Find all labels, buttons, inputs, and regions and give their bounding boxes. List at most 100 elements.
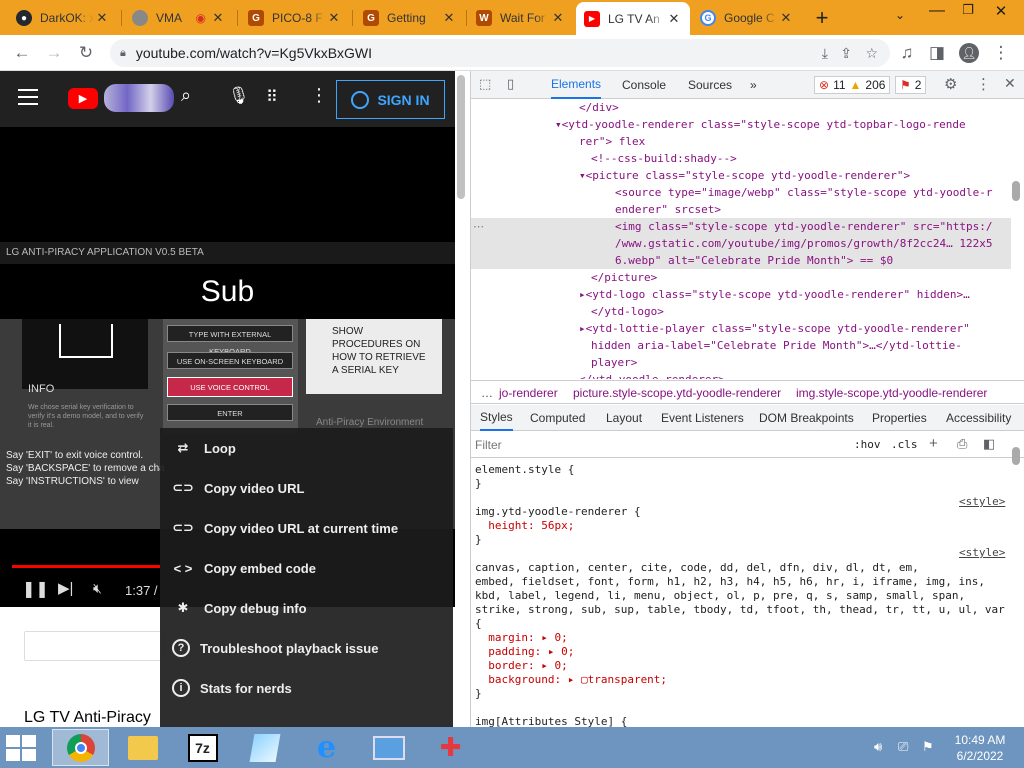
dom-node-line[interactable]: </ytd-yoodle-renderer>	[579, 371, 725, 379]
hamburger-menu-icon[interactable]	[18, 89, 38, 105]
network-icon[interactable]: ⎚	[898, 739, 908, 755]
close-tab-icon[interactable]: ✕	[441, 10, 457, 26]
address-bar[interactable]: 🔒︎ youtube.com/watch?v=Kg5VkxBxGWI ⤓ ⇪ ☆	[110, 39, 890, 67]
tab-styles[interactable]: Styles	[480, 405, 513, 431]
browser-tab[interactable]: G PICO-8 F ✕	[240, 3, 350, 33]
browser-tab[interactable]: G Google C ✕	[692, 3, 802, 33]
issues-count[interactable]: ⚑ 2	[895, 76, 927, 94]
dom-node-line[interactable]: hidden aria-label="Celebrate Pride Month…	[591, 337, 962, 354]
dom-node-line[interactable]: 6.webp" alt="Celebrate Pride Month"> == …	[615, 252, 893, 269]
microphone-icon[interactable]: 🎙︎	[228, 86, 250, 106]
bookmark-star-icon[interactable]: ☆	[865, 45, 878, 62]
dom-node-line[interactable]: ▾<picture class="style-scope ytd-yoodle-…	[579, 167, 910, 184]
inspect-element-icon[interactable]: ⬚	[479, 76, 491, 92]
device-toolbar-icon[interactable]: ▯	[507, 76, 514, 92]
close-window-button[interactable]: ✕	[986, 2, 1016, 26]
browser-tab[interactable]: G Getting ✕	[355, 3, 465, 33]
close-tab-icon[interactable]: ✕	[210, 10, 226, 26]
settings-more-icon[interactable]: ⋮	[310, 85, 328, 106]
side-panel-icon[interactable]: ◨	[923, 39, 951, 67]
pause-icon[interactable]: ❚❚	[22, 579, 49, 599]
volume-icon[interactable]: 🔊︎	[874, 739, 882, 755]
forward-button[interactable]: →	[40, 39, 68, 67]
action-center-icon[interactable]: ⚑	[922, 739, 934, 755]
console-counts[interactable]: ⊗ 11 ▲ 206	[814, 76, 891, 94]
windows-start-icon[interactable]	[6, 735, 36, 761]
close-tab-icon[interactable]: ✕	[666, 11, 682, 27]
tab-computed[interactable]: Computed	[530, 405, 585, 431]
close-tab-icon[interactable]: ✕	[778, 10, 794, 26]
browser-menu-icon[interactable]: ⋮	[987, 39, 1015, 67]
sign-in-button[interactable]: SIGN IN	[336, 80, 445, 119]
chrome-icon[interactable]	[52, 729, 109, 766]
7zip-icon[interactable]: 7z	[174, 729, 231, 766]
tab-properties[interactable]: Properties	[872, 405, 927, 431]
paint-icon[interactable]: ✚	[422, 729, 479, 766]
menu-item-copy-debug[interactable]: ✱ Copy debug info	[160, 588, 453, 628]
ie-icon[interactable]: e	[298, 729, 355, 766]
dom-node-line[interactable]: <img class="style-scope ytd-yoodle-rende…	[615, 218, 993, 235]
browser-tab-active[interactable]: ▶ LG TV An ✕	[576, 2, 690, 35]
media-control-icon[interactable]: ♫	[893, 39, 921, 67]
dom-node-line[interactable]: ▸<ytd-lottie-player class="style-scope y…	[579, 320, 970, 337]
styles-scrollbar[interactable]	[1012, 447, 1020, 465]
notepad-icon[interactable]	[236, 729, 293, 766]
tab-sources[interactable]: Sources	[688, 71, 732, 99]
page-scrollbar[interactable]	[457, 75, 465, 199]
style-source-link[interactable]: <style>	[959, 546, 1005, 559]
more-tabs-icon[interactable]: »	[750, 71, 757, 99]
cls-toggle[interactable]: .cls	[891, 438, 918, 451]
rdp-icon[interactable]	[360, 729, 417, 766]
computed-styles-icon[interactable]: ⎙	[957, 436, 967, 452]
close-tab-icon[interactable]: ✕	[94, 10, 110, 26]
comment-box[interactable]	[24, 631, 164, 661]
dom-node-line[interactable]: enderer" srcset>	[615, 201, 721, 218]
apps-grid-icon[interactable]: ⠿	[266, 87, 278, 107]
explorer-icon[interactable]	[114, 729, 171, 766]
node-ellipsis[interactable]: ⋯	[473, 220, 484, 233]
browser-tab[interactable]: ● DarkOK: x ✕	[8, 3, 118, 33]
hov-toggle[interactable]: :hov	[854, 438, 881, 451]
devtools-menu-icon[interactable]: ⋮	[976, 75, 991, 93]
pride-doodle-logo[interactable]	[104, 84, 174, 112]
youtube-logo-icon[interactable]: ▶	[68, 88, 98, 109]
dom-scrollbar[interactable]	[1012, 181, 1020, 201]
dom-node-line[interactable]: player>	[591, 354, 637, 371]
dom-node-line[interactable]: <!--css-build:shady-->	[591, 150, 737, 167]
clock[interactable]: 10:49 AM 6/2/2022	[950, 732, 1010, 764]
close-devtools-icon[interactable]: ✕	[1004, 75, 1016, 92]
dom-node-line[interactable]: ▾<ytd-yoodle-renderer class="style-scope…	[555, 116, 966, 133]
menu-item-loop[interactable]: ⇄ Loop	[160, 428, 453, 468]
menu-item-copy-url[interactable]: ⊂⊃ Copy video URL	[160, 468, 453, 508]
filter-input[interactable]	[475, 435, 845, 455]
dom-node-line[interactable]: ▸<ytd-logo class="style-scope ytd-yoodle…	[579, 286, 970, 303]
tab-search-chevron-icon[interactable]: ⌄	[895, 8, 905, 22]
dom-node-line[interactable]: /www.gstatic.com/youtube/img/promos/grow…	[615, 235, 993, 252]
browser-tab[interactable]: W Wait For ✕	[468, 3, 574, 33]
progress-bar[interactable]	[12, 565, 160, 568]
close-tab-icon[interactable]: ✕	[550, 10, 566, 26]
share-icon[interactable]: ⇪	[840, 45, 852, 62]
dom-node-line[interactable]: rer"> flex	[579, 133, 645, 150]
mute-icon[interactable]: 🔇︎	[93, 580, 102, 597]
new-tab-button[interactable]: +	[808, 4, 836, 32]
next-icon[interactable]: ▶|	[58, 579, 73, 597]
install-icon[interactable]: ⤓	[822, 45, 828, 62]
tab-dom-breakpoints[interactable]: DOM Breakpoints	[759, 405, 854, 431]
tab-elements[interactable]: Elements	[551, 71, 602, 99]
profile-avatar[interactable]: 👤︎	[955, 39, 983, 67]
new-rule-icon[interactable]: +	[929, 435, 938, 452]
browser-tab[interactable]: VMA ◉ ✕	[124, 3, 234, 33]
menu-item-copy-embed[interactable]: < > Copy embed code	[160, 548, 453, 588]
reload-button[interactable]: ↻	[72, 39, 100, 67]
dom-node-line[interactable]: </div>	[579, 99, 619, 116]
settings-gear-icon[interactable]: ⚙	[944, 75, 957, 93]
close-tab-icon[interactable]: ✕	[326, 10, 342, 26]
dom-node-line[interactable]: <source type="image/webp" class="style-s…	[615, 184, 993, 201]
dom-node-line[interactable]: </ytd-logo>	[591, 303, 664, 320]
menu-item-copy-url-time[interactable]: ⊂⊃ Copy video URL at current time	[160, 508, 453, 548]
search-icon[interactable]: ⌕	[181, 85, 191, 106]
menu-item-stats[interactable]: i Stats for nerds	[160, 668, 453, 708]
tab-console[interactable]: Console	[622, 71, 666, 99]
dom-node-line[interactable]: </picture>	[591, 269, 657, 286]
